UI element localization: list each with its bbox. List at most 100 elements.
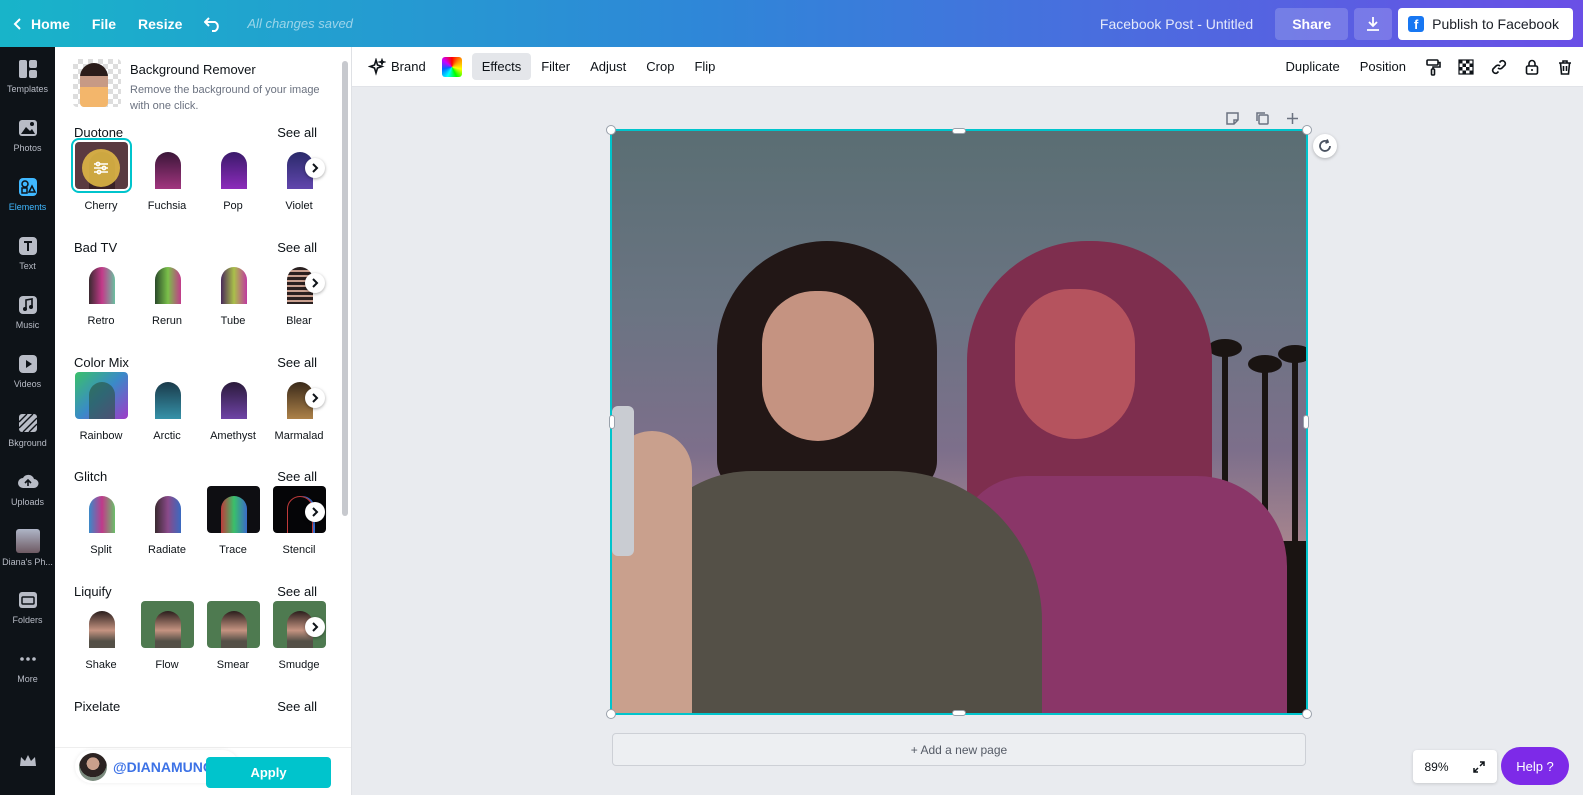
nav-folders[interactable]: Folders [0,578,55,636]
background-remover-card[interactable]: Background Remover Remove the background… [73,59,323,112]
effect-rainbow[interactable]: Rainbow [74,372,128,442]
undo-button[interactable] [193,0,233,47]
section-title: Bad TV [74,240,118,255]
add-new-page-button[interactable]: + Add a new page [612,733,1306,766]
resize-handle-right[interactable] [1303,415,1309,429]
resize-handle-bottom-right[interactable] [1302,709,1312,719]
effect-radiate[interactable]: Radiate [140,486,194,556]
folders-icon [18,592,37,608]
effect-split[interactable]: Split [74,486,128,556]
lock-button[interactable] [1515,53,1548,80]
fullscreen-icon[interactable] [1472,760,1486,774]
paint-roller-icon [1425,58,1441,76]
flip-button[interactable]: Flip [684,53,725,80]
see-all-link[interactable]: See all [277,699,317,714]
see-all-link[interactable]: See all [277,469,317,484]
nav-photos[interactable]: Photos [0,106,55,164]
resize-handle-bottom[interactable] [952,710,966,716]
scroll-right-button[interactable] [305,617,325,637]
nav-more[interactable]: More [0,637,55,695]
background-remover-description: Remove the background of your image with… [130,84,320,112]
duplicate-button[interactable]: Duplicate [1276,53,1350,80]
filter-label: Filter [541,59,571,74]
panel-scrollbar[interactable] [340,51,350,739]
transparency-button[interactable] [1449,53,1482,80]
see-all-link[interactable]: See all [277,355,317,370]
scrollbar-thumb[interactable] [342,61,348,516]
effect-tube[interactable]: Tube [206,257,260,327]
resize-menu[interactable]: Resize [127,0,193,47]
resize-handle-top-right[interactable] [1302,125,1312,135]
nav-videos[interactable]: Videos [0,342,55,400]
selected-photo[interactable] [612,131,1306,713]
zoom-control[interactable]: 89% [1413,750,1497,783]
brand-button[interactable]: Brand [358,53,436,80]
effect-label: Rainbow [79,430,123,442]
text-icon [18,237,37,255]
zoom-level[interactable]: 89% [1424,760,1448,774]
help-button[interactable]: Help ? [1501,747,1569,785]
effect-thumbnail [141,486,194,533]
nav-dianas-photos[interactable]: Diana's Ph... [0,519,55,577]
resize-handle-bottom-left[interactable] [606,709,616,719]
nav-elements[interactable]: Elements [0,165,55,223]
effect-flow[interactable]: Flow [140,601,194,671]
share-label: Share [1292,15,1332,32]
effect-shake[interactable]: Shake [74,601,128,671]
rotate-button[interactable] [1313,134,1337,158]
scroll-right-button[interactable] [305,502,325,522]
document-title[interactable]: Facebook Post - Untitled [1100,16,1253,32]
publish-to-facebook-button[interactable]: f Publish to Facebook [1398,7,1573,40]
filter-button[interactable]: Filter [531,53,580,80]
nav-templates[interactable]: Templates [0,47,55,105]
delete-button[interactable] [1548,53,1581,80]
effect-label: Violet [285,200,313,212]
effect-label: Split [90,544,112,556]
see-all-link[interactable]: See all [277,584,317,599]
scroll-right-button[interactable] [305,388,325,408]
chevron-right-icon [312,393,319,403]
effect-rerun[interactable]: Rerun [140,257,194,327]
color-swatch-button[interactable] [441,56,462,77]
see-all-link[interactable]: See all [277,125,317,140]
page-notes-button[interactable] [1222,108,1242,128]
scroll-right-button[interactable] [305,158,325,178]
effect-pop[interactable]: Pop [206,142,260,212]
videos-icon [18,355,37,373]
share-button[interactable]: Share [1275,7,1349,40]
crown-button[interactable] [0,741,55,781]
flip-label: Flip [694,59,716,74]
apply-button[interactable]: Apply [206,757,331,788]
see-all-link[interactable]: See all [277,240,317,255]
file-menu[interactable]: File [81,0,127,47]
effect-label: Blear [286,315,312,327]
resize-handle-left[interactable] [609,415,615,429]
download-button[interactable] [1354,7,1393,40]
add-page-plus-button[interactable] [1282,108,1302,128]
effect-amethyst[interactable]: Amethyst [206,372,260,442]
scroll-right-button[interactable] [305,273,325,293]
resize-handle-top-left[interactable] [606,125,616,135]
copy-style-button[interactable] [1416,53,1449,80]
nav-music[interactable]: Music [0,283,55,341]
effect-retro[interactable]: Retro [74,257,128,327]
design-canvas[interactable] [606,125,1312,719]
effect-fuchsia[interactable]: Fuchsia [140,142,194,212]
nav-templates-label: Templates [6,84,49,94]
nav-background[interactable]: Bkground [0,401,55,459]
nav-background-label: Bkground [8,438,47,448]
effect-arctic[interactable]: Arctic [140,372,194,442]
effect-trace[interactable]: Trace [206,486,260,556]
nav-text[interactable]: Text [0,224,55,282]
effect-smear[interactable]: Smear [206,601,260,671]
duplicate-page-button[interactable] [1252,108,1272,128]
effects-button[interactable]: Effects [471,53,532,80]
resize-handle-top[interactable] [952,128,966,134]
adjust-button[interactable]: Adjust [580,53,636,80]
crop-button[interactable]: Crop [636,53,684,80]
position-button[interactable]: Position [1350,53,1416,80]
home-button[interactable]: Home [0,0,81,47]
effect-cherry[interactable]: Cherry [70,138,132,212]
link-button[interactable] [1482,53,1515,80]
nav-uploads[interactable]: Uploads [0,460,55,518]
